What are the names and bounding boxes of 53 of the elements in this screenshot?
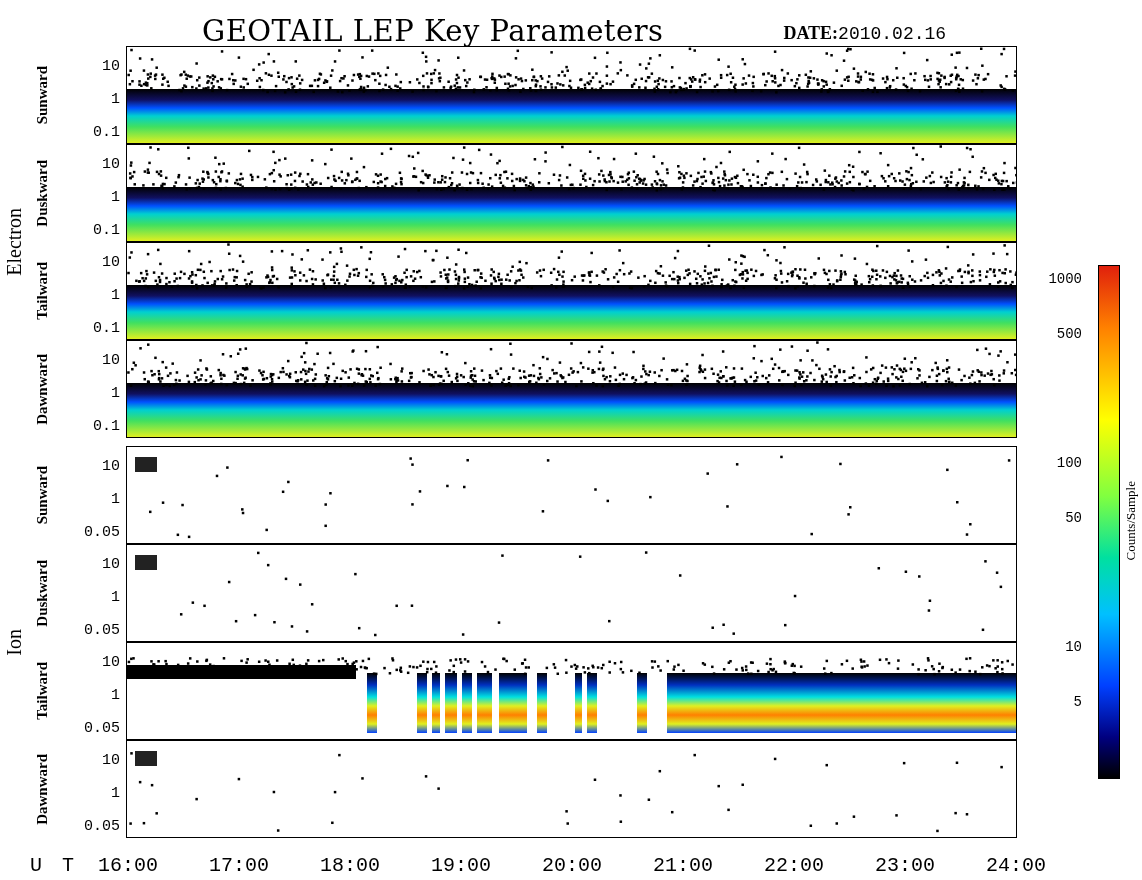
y-tick-label: 0.1 (93, 320, 120, 336)
panel-label: Dawnward (33, 753, 51, 825)
y-tick-label: 10 (102, 654, 120, 670)
colorbar-label: Counts/Sample (1123, 481, 1139, 561)
y-tick-label: 10 (102, 156, 120, 172)
colorbar-tick-label: 500 (1056, 326, 1082, 343)
y-tick-label: 0.1 (93, 124, 120, 140)
x-tick-label: 21:00 (653, 854, 713, 877)
y-tick-label: 10 (102, 254, 120, 270)
x-tick-label: 19:00 (431, 854, 491, 877)
y-tick-label: 10 (102, 752, 120, 768)
panel-label: Duskward (33, 159, 51, 227)
y-tick-label: 10 (102, 352, 120, 368)
x-tick-label: 16:00 (98, 854, 158, 877)
panel-label: Dawnward (33, 353, 51, 425)
y-tick-label: 1 (111, 589, 120, 605)
y-tick-label: 0.05 (84, 524, 120, 540)
colorbar-tick-label: 100 (1056, 455, 1082, 471)
y-tick-label: 1 (111, 385, 120, 401)
y-tick-label: 10 (102, 556, 120, 572)
y-tick-label: 0.1 (93, 418, 120, 434)
group-label: Ion (2, 628, 26, 656)
chart-title: GEOTAIL LEP Key Parameters (202, 17, 664, 46)
y-tick-label: 1 (111, 687, 120, 703)
colorbar-tick-label: 1000 (1048, 271, 1082, 287)
date-label: DATE:2010.02.16 (783, 23, 947, 46)
colorbar-tick-label: 5 (1073, 694, 1082, 711)
x-tick-label: 18:00 (320, 854, 380, 877)
x-tick-label: 17:00 (209, 854, 269, 877)
y-tick-label: 1 (111, 491, 120, 507)
x-tick-label: 24:00 (986, 854, 1046, 877)
panel-label: Tailward (33, 662, 51, 720)
x-tick-label: 23:00 (875, 854, 935, 877)
y-tick-label: 1 (111, 189, 120, 205)
y-tick-label: 0.05 (84, 818, 120, 834)
y-tick-label: 0.1 (93, 222, 120, 238)
panel-label: Sunward (33, 465, 51, 525)
y-tick-label: 0.05 (84, 622, 120, 638)
panel-label: Duskward (33, 559, 51, 627)
colorbar-tick-label: 50 (1065, 510, 1082, 527)
colorbar-tick-label: 10 (1065, 639, 1082, 655)
x-tick-label: 22:00 (764, 854, 824, 877)
panel-label: Sunward (33, 65, 51, 125)
y-tick-label: 10 (102, 58, 120, 74)
y-tick-label: 10 (102, 458, 120, 474)
group-label: Electron (2, 208, 26, 276)
x-axis-label: U T (30, 854, 74, 877)
y-tick-label: 1 (111, 785, 120, 801)
y-tick-label: 0.05 (84, 720, 120, 736)
panel-label: Tailward (33, 262, 51, 320)
y-tick-label: 1 (111, 91, 120, 107)
y-tick-label: 1 (111, 287, 120, 303)
x-tick-label: 20:00 (542, 854, 602, 877)
